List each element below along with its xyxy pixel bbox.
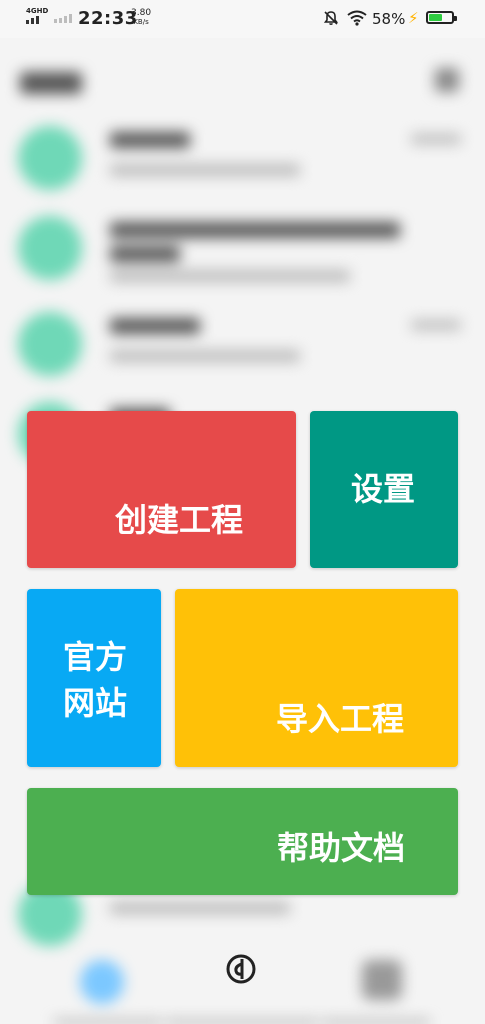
- charging-icon: ⚡: [408, 9, 419, 27]
- official-website-label-line2: 网站: [63, 684, 128, 722]
- battery-fill: [429, 14, 442, 21]
- clock: 22:33: [78, 8, 138, 29]
- signal-icon: [26, 16, 39, 24]
- import-project-tile[interactable]: 导入工程: [175, 589, 458, 767]
- settings-label: 设置: [351, 470, 416, 508]
- help-docs-label: 帮助文档: [277, 829, 406, 867]
- official-website-label-line1: 官方: [63, 638, 128, 676]
- network-speed-unit: KB/s: [133, 18, 149, 26]
- settings-tile[interactable]: 设置: [310, 411, 458, 568]
- status-bar: 4GHD 22:33 3.80 KB/s 58% ⚡: [0, 0, 485, 38]
- signal-secondary-icon: [54, 14, 72, 23]
- battery-percent: 58%: [372, 10, 406, 28]
- screen: 4GHD 22:33 3.80 KB/s 58% ⚡ 创建工程 设置 官方 网站…: [0, 0, 485, 1024]
- background-menu-icon: [435, 68, 459, 92]
- create-project-tile[interactable]: 创建工程: [27, 411, 296, 568]
- background-list-item: [0, 302, 485, 402]
- wifi-icon: [347, 10, 367, 26]
- background-list-item: [0, 206, 485, 306]
- official-website-tile[interactable]: 官方 网站: [27, 589, 161, 767]
- background-list-item: [0, 116, 485, 216]
- help-docs-tile[interactable]: 帮助文档: [27, 788, 458, 895]
- mute-icon: [323, 11, 339, 25]
- app-logo-icon[interactable]: [225, 953, 257, 985]
- network-speed-value: 3.80: [131, 8, 152, 18]
- create-project-label: 创建工程: [115, 501, 244, 539]
- background-title: [20, 72, 82, 94]
- battery-icon: [426, 11, 457, 24]
- network-type: 4GHD: [26, 7, 49, 15]
- network-speed: 3.80 KB/s: [131, 9, 151, 27]
- import-project-label: 导入工程: [276, 700, 405, 738]
